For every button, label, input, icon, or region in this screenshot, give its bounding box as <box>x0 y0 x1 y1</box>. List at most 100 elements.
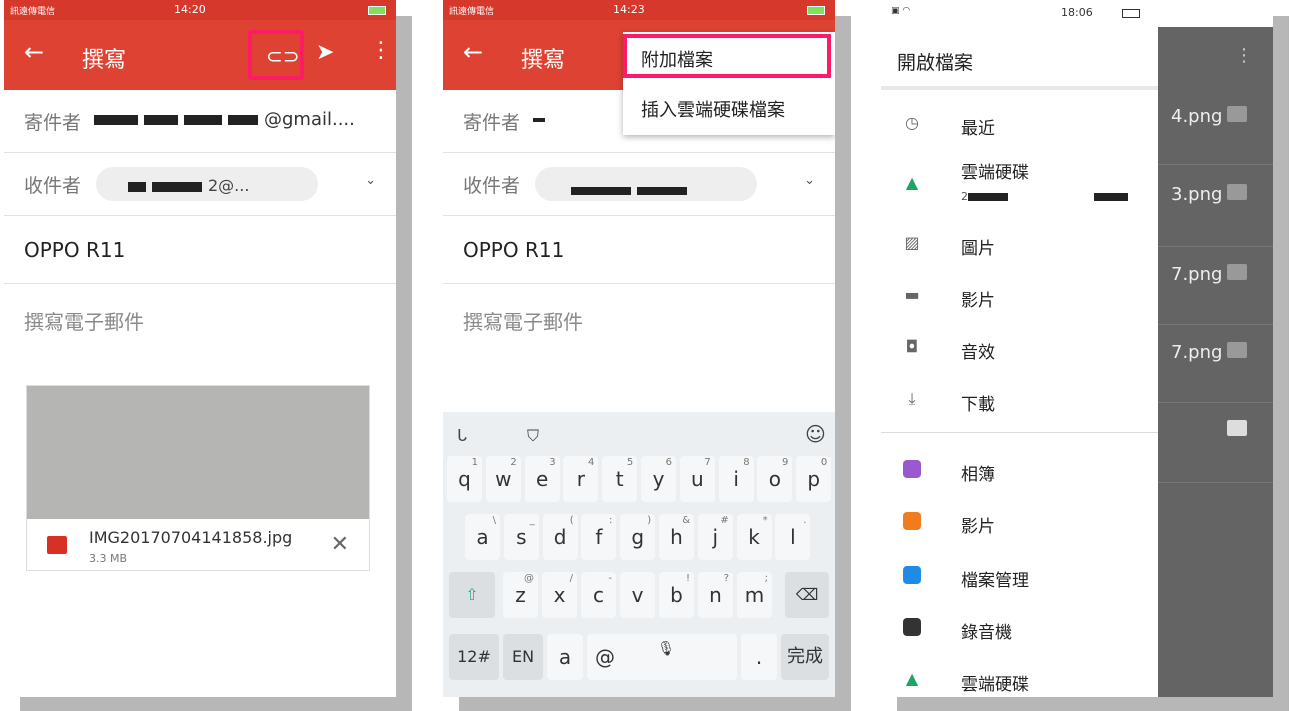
key-hint: 2 <box>510 457 517 468</box>
drawer-item-downloads[interactable]: ⤓ 下載 <box>881 380 1158 420</box>
key-x[interactable]: x / <box>542 572 577 618</box>
more-vert-icon[interactable]: ⋮ <box>1235 45 1253 66</box>
status-bar: 訊遠傳電信 14:23 <box>443 0 835 20</box>
key-g[interactable]: g) <box>620 514 656 560</box>
key-i[interactable]: i8 <box>718 456 754 502</box>
done-key[interactable]: 完成 <box>781 634 829 680</box>
key-m[interactable]: m; <box>737 572 772 618</box>
key-k[interactable]: k * <box>736 514 772 560</box>
subject-field[interactable]: OPPO R11 <box>4 216 396 284</box>
key-a-alt[interactable]: a <box>547 634 583 680</box>
key-j[interactable]: j # <box>697 514 733 560</box>
key-hint: ? <box>723 573 729 584</box>
drawer-item-recent[interactable]: ◷ 最近 <box>881 104 1158 144</box>
body-input[interactable]: 撰寫電子郵件 <box>463 306 583 335</box>
key-label: a <box>476 525 489 549</box>
app-item-recorder[interactable]: 錄音機 <box>881 608 1158 648</box>
drive-icon: ▲ <box>905 669 919 688</box>
backspace-icon[interactable]: ⌫ <box>785 572 829 618</box>
key-z[interactable]: z @ <box>503 572 538 618</box>
app-item-videos[interactable]: 影片 <box>881 502 1158 542</box>
key-label: c <box>593 583 604 607</box>
subject-field[interactable]: OPPO R11 <box>443 216 835 284</box>
from-field[interactable]: 寄件者 @gmail.... <box>4 90 396 153</box>
chevron-down-icon[interactable]: ⌄ <box>804 173 815 188</box>
key-c[interactable]: c- <box>581 572 616 618</box>
key-s[interactable]: s _ <box>503 514 539 560</box>
recipient-chip[interactable]: 2@... <box>96 167 318 201</box>
attachment-card[interactable]: IMG20170704141858.jpg 3.3 MB ✕ <box>26 385 370 571</box>
subject-value: OPPO R11 <box>24 238 126 262</box>
symbols-key[interactable]: 12# <box>449 634 499 680</box>
menu-item-attach-file[interactable]: 附加檔案 <box>641 46 713 72</box>
attach-button[interactable]: ⊂⊃ <box>248 30 304 80</box>
close-icon[interactable]: ✕ <box>331 532 349 557</box>
app-item-gallery[interactable]: 相簿 <box>881 450 1158 490</box>
clock: 18:06 <box>1061 6 1093 19</box>
compose-screen-2: 訊遠傳電信 14:23 ← 撰寫 寄件者 收件者 ⌄ OPPO R11 撰寫電子… <box>443 0 835 697</box>
drive-account-prefix: 2 <box>961 190 968 203</box>
back-arrow-icon[interactable]: ← <box>463 38 483 66</box>
key-v[interactable]: v <box>620 572 655 618</box>
recipient-chip[interactable] <box>535 167 757 201</box>
redacted-block <box>637 186 687 195</box>
to-field[interactable]: 收件者 ⌄ <box>443 153 835 216</box>
redacted-block <box>144 115 178 125</box>
redacted-block <box>184 115 222 125</box>
key-a[interactable]: a \ <box>465 514 500 560</box>
back-arrow-icon[interactable]: ← <box>24 38 44 66</box>
language-key[interactable]: EN <box>503 634 543 680</box>
divider <box>1158 482 1273 483</box>
app-item-drive[interactable]: ▲ 雲端硬碟 <box>881 660 1158 697</box>
to-field[interactable]: 收件者 2@... ⌄ <box>4 153 396 216</box>
mic-icon: 🎙 <box>657 641 675 657</box>
drawer-item-label: 影片 <box>961 291 995 311</box>
key-d[interactable]: d( <box>542 514 578 560</box>
key-e[interactable]: e3 <box>524 456 560 502</box>
key-h[interactable]: h & <box>659 514 694 560</box>
key-hint: / <box>569 573 573 584</box>
more-vert-icon[interactable]: ⋮ <box>370 38 392 63</box>
divider <box>1158 402 1273 403</box>
app-item-label: 檔案管理 <box>961 571 1029 591</box>
theme-shirt-icon[interactable]: ⛉ <box>527 426 539 446</box>
key-b[interactable]: b! <box>659 572 694 618</box>
key-label: o <box>768 467 782 491</box>
voice-input-icon[interactable]: ᒐ <box>457 426 467 445</box>
key-label: e <box>535 467 549 491</box>
shift-icon[interactable]: ⇧ <box>449 572 495 618</box>
divider <box>1158 324 1273 325</box>
key-y[interactable]: y6 <box>641 456 676 502</box>
battery-icon <box>807 6 825 15</box>
body-input[interactable]: 撰寫電子郵件 <box>24 306 144 335</box>
key-u[interactable]: u7 <box>679 456 715 502</box>
key-w[interactable]: w2 <box>485 456 521 502</box>
menu-item-insert-drive[interactable]: 插入雲端硬碟檔案 <box>641 96 785 122</box>
key-label: t <box>615 467 624 491</box>
drawer-title: 開啟檔案 <box>897 52 974 74</box>
chevron-down-icon[interactable]: ⌄ <box>365 173 376 188</box>
drawer-item-images[interactable]: ▨ 圖片 <box>881 224 1158 264</box>
key-label: u <box>690 467 704 491</box>
spacebar[interactable]: @ 🎙 <box>587 634 737 680</box>
drawer-item-audio[interactable]: ◘ 音效 <box>881 328 1158 368</box>
redacted-block <box>1094 193 1128 201</box>
drawer-item-drive[interactable]: ▲ 雲端硬碟 2 <box>881 158 1158 214</box>
status-bar: ▣ ◠ 18:06 <box>881 0 1158 27</box>
app-item-file-manager[interactable]: 檔案管理 <box>881 556 1158 596</box>
app-item-label: 錄音機 <box>961 623 1012 643</box>
drawer-item-label: 最近 <box>961 119 995 139</box>
key-hint: _ <box>529 515 535 526</box>
key-p[interactable]: p0 <box>796 456 832 502</box>
key-o[interactable]: o9 <box>757 456 793 502</box>
key-l[interactable]: l. <box>775 514 811 560</box>
key-r[interactable]: r4 <box>563 456 599 502</box>
key-q[interactable]: q1 <box>447 456 482 502</box>
key-n[interactable]: n? <box>698 572 733 618</box>
key-f[interactable]: f: <box>581 514 617 560</box>
period-key[interactable]: . <box>741 634 777 680</box>
send-icon[interactable]: ➤ <box>316 40 334 65</box>
to-label: 收件者 <box>24 175 82 197</box>
drawer-item-videos[interactable]: ▬ 影片 <box>881 276 1158 316</box>
key-t[interactable]: t5 <box>602 456 638 502</box>
